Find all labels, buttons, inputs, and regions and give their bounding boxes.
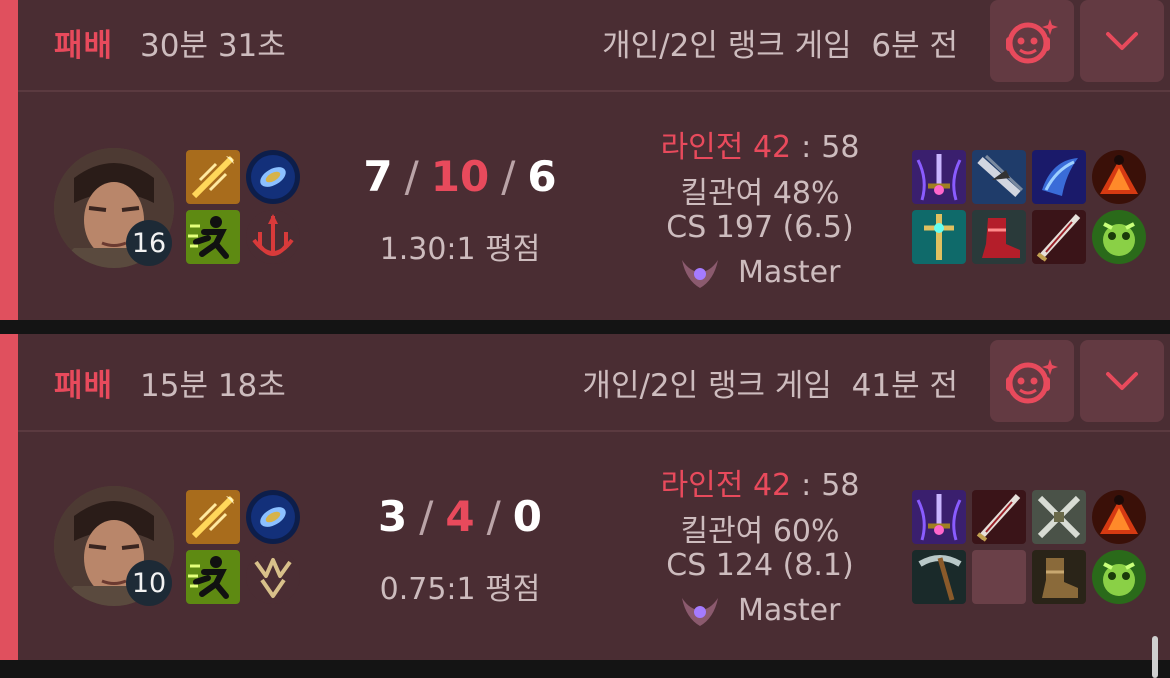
match-header: 패배 15분 18초 개인/2인 랭크 게임 41분 전 xyxy=(18,340,1170,430)
champion-level-badge: 16 xyxy=(126,220,172,266)
match-result: 패배 xyxy=(54,368,114,404)
creep-score: CS 124 (8.1) xyxy=(666,548,854,583)
header-divider xyxy=(18,430,1170,432)
keystone-rune-icon xyxy=(246,150,300,204)
trinket-slot[interactable] xyxy=(1092,490,1146,544)
secondary-rune-icon xyxy=(246,210,300,264)
master-tier-emblem-icon xyxy=(682,598,718,626)
queue-and-time: 개인/2인 랭크 게임 6분 전 xyxy=(602,20,958,65)
deaths: 4 xyxy=(445,492,475,541)
laning-score: 라인전 42:58 xyxy=(640,122,880,166)
average-tier: Master xyxy=(680,254,840,290)
match-card[interactable]: 패배 30분 31초 개인/2인 랭크 게임 6분 전 16 7 / 10 / … xyxy=(0,0,1170,320)
ai-bot-icon xyxy=(1006,19,1058,64)
average-tier: Master xyxy=(680,592,840,628)
loss-indicator-bar xyxy=(0,0,18,320)
item-slot-5-empty[interactable] xyxy=(972,550,1026,604)
kill-participation: 킬관여 60% xyxy=(680,514,840,549)
kda-separator: / xyxy=(419,492,434,541)
ai-bot-icon xyxy=(1006,359,1058,404)
queue-and-time: 개인/2인 랭크 게임 41분 전 xyxy=(582,360,958,405)
laning-value: 42 xyxy=(752,130,792,165)
item-slot-6[interactable] xyxy=(1032,210,1086,264)
laning-label: 라인전 xyxy=(660,130,744,165)
assists: 0 xyxy=(512,492,542,541)
kills: 3 xyxy=(377,492,408,541)
expand-button[interactable] xyxy=(1080,340,1164,422)
match-card[interactable]: 패배 15분 18초 개인/2인 랭크 게임 41분 전 10 3 / 4 / … xyxy=(0,334,1170,660)
queue-type: 개인/2인 랭크 게임 xyxy=(602,28,852,64)
time-ago: 6분 전 xyxy=(871,28,958,64)
header-divider xyxy=(18,90,1170,92)
item-slot-7[interactable] xyxy=(1092,550,1146,604)
keystone-rune-icon xyxy=(246,490,300,544)
deaths: 10 xyxy=(430,152,490,201)
laning-colon: : xyxy=(801,468,812,503)
tier-label: Master xyxy=(738,592,841,628)
queue-type: 개인/2인 랭크 게임 xyxy=(582,368,832,404)
item-slot-1[interactable] xyxy=(912,150,966,204)
item-slot-1[interactable] xyxy=(912,490,966,544)
kda-separator: / xyxy=(404,152,419,201)
summoner-spell-ignite xyxy=(186,150,240,204)
summoner-spell-ignite xyxy=(186,490,240,544)
kda-score: 7/10/6 xyxy=(330,152,590,201)
loss-indicator-bar xyxy=(0,334,18,660)
laning-label: 라인전 xyxy=(660,468,744,503)
item-slot-7[interactable] xyxy=(1092,210,1146,264)
item-slot-6[interactable] xyxy=(1032,550,1086,604)
summoner-spell-ghost xyxy=(186,550,240,604)
kda-score: 3/4/0 xyxy=(330,492,590,541)
chevron-down-icon xyxy=(1106,32,1138,50)
champion-level-badge: 10 xyxy=(126,560,172,606)
expand-button[interactable] xyxy=(1080,0,1164,82)
item-slot-2[interactable] xyxy=(972,490,1026,544)
assists: 6 xyxy=(527,152,557,201)
kda-ratio: 0.75:1 평점 xyxy=(379,572,541,607)
kill-participation: 킬관여 48% xyxy=(680,176,840,211)
kda-separator: / xyxy=(501,152,516,201)
master-tier-emblem-icon xyxy=(682,260,718,288)
laning-value: 42 xyxy=(752,468,792,503)
kda-ratio: 1.30:1 평점 xyxy=(379,232,541,267)
trinket-slot[interactable] xyxy=(1092,150,1146,204)
item-slot-3[interactable] xyxy=(1032,150,1086,204)
creep-score: CS 197 (6.5) xyxy=(666,210,854,245)
scrollbar-thumb[interactable] xyxy=(1152,636,1158,678)
match-duration: 30분 31초 xyxy=(140,28,286,64)
match-result: 패배 xyxy=(54,28,114,64)
item-slot-4[interactable] xyxy=(912,550,966,604)
summoner-spell-ghost xyxy=(186,210,240,264)
laning-colon: : xyxy=(801,130,812,165)
secondary-rune-icon xyxy=(246,550,300,604)
time-ago: 41분 전 xyxy=(851,368,958,404)
ai-analysis-button[interactable] xyxy=(990,0,1074,82)
kda-separator: / xyxy=(486,492,501,541)
item-slot-4[interactable] xyxy=(912,210,966,264)
laning-score: 라인전 42:58 xyxy=(640,460,880,504)
match-duration: 15분 18초 xyxy=(140,368,286,404)
item-slot-5[interactable] xyxy=(972,210,1026,264)
laning-opponent: 58 xyxy=(821,468,860,503)
item-slot-2[interactable] xyxy=(972,150,1026,204)
ai-analysis-button[interactable] xyxy=(990,340,1074,422)
laning-opponent: 58 xyxy=(821,130,860,165)
item-slot-3[interactable] xyxy=(1032,490,1086,544)
tier-label: Master xyxy=(738,254,841,290)
match-header: 패배 30분 31초 개인/2인 랭크 게임 6분 전 xyxy=(18,0,1170,90)
chevron-down-icon xyxy=(1106,372,1138,390)
kills: 7 xyxy=(363,152,393,201)
